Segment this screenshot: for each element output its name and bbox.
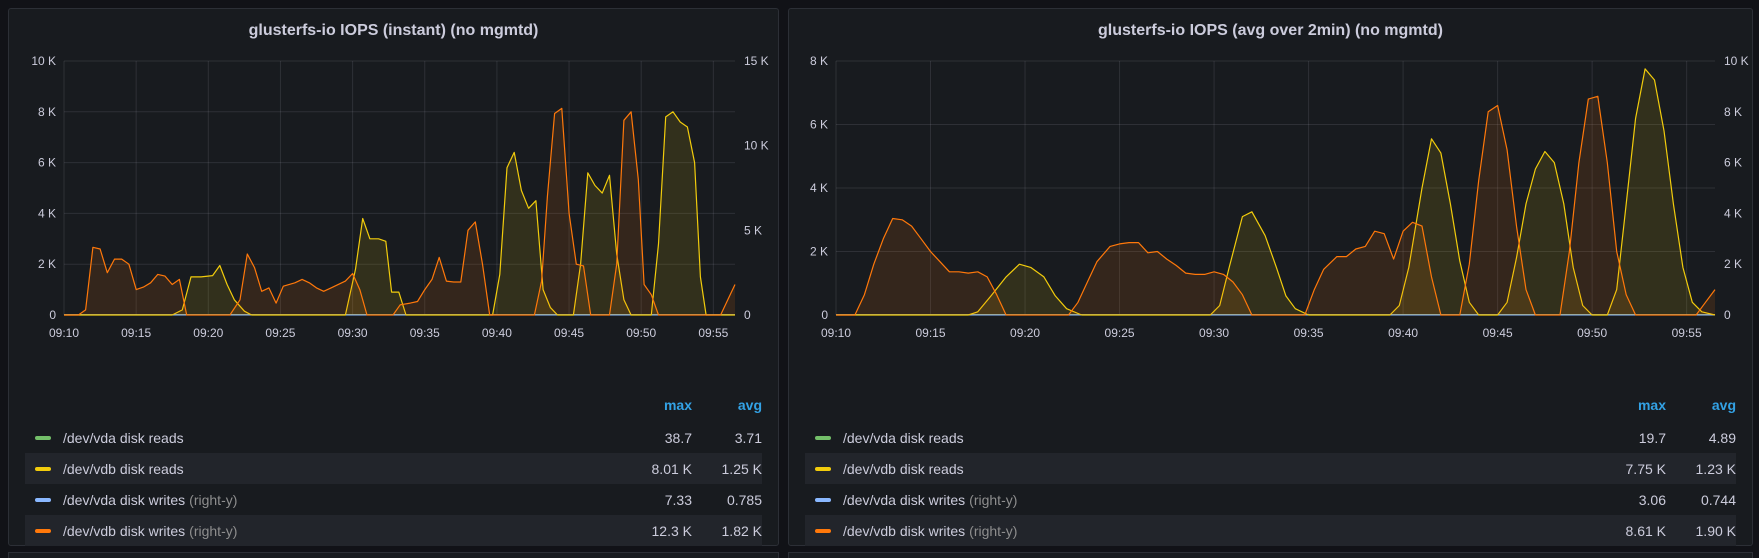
legend-label: /dev/vda disk writes (right-y) bbox=[843, 491, 1018, 508]
legend-item-vdb-writes[interactable]: /dev/vdb disk writes (right-y) 8.61 K 1.9… bbox=[805, 515, 1736, 546]
x-tick-label: 09:50 bbox=[1577, 326, 1607, 340]
legend-avg-value: 1.23 K bbox=[1695, 460, 1736, 477]
y-left-tick-label: 6 K bbox=[38, 156, 56, 170]
series-color-swatch[interactable] bbox=[815, 497, 831, 502]
legend-max-value: 8.61 K bbox=[1625, 522, 1666, 539]
panel-title[interactable]: glusterfs-io IOPS (instant) (no mgmtd) bbox=[9, 9, 778, 53]
x-tick-label: 09:55 bbox=[1672, 326, 1702, 340]
x-tick-label: 09:25 bbox=[1105, 326, 1135, 340]
legend-item-vda-writes[interactable]: /dev/vda disk writes (right-y) 7.33 0.785 bbox=[25, 484, 762, 515]
series-color-swatch[interactable] bbox=[815, 528, 831, 533]
legend-label: /dev/vda disk writes (right-y) bbox=[63, 491, 238, 508]
legend-avg-value: 0.785 bbox=[726, 491, 762, 508]
y-right-tick-label: 0 bbox=[744, 308, 751, 322]
x-tick-label: 09:20 bbox=[1010, 326, 1040, 340]
next-panel-edge bbox=[8, 552, 779, 558]
legend-avg-value: 4.89 bbox=[1708, 429, 1736, 446]
series-color-swatch[interactable] bbox=[35, 435, 51, 440]
x-tick-label: 09:45 bbox=[554, 326, 584, 340]
x-tick-label: 09:50 bbox=[626, 326, 656, 340]
x-tick-label: 09:35 bbox=[1294, 326, 1324, 340]
x-tick-label: 09:10 bbox=[49, 326, 79, 340]
series-color-swatch[interactable] bbox=[815, 435, 831, 440]
y-right-tick-label: 5 K bbox=[744, 223, 762, 237]
panel-instant-iops: glusterfs-io IOPS (instant) (no mgmtd) 0… bbox=[8, 8, 779, 546]
y-left-tick-label: 4 K bbox=[38, 206, 56, 220]
legend-header: max avg bbox=[25, 388, 762, 422]
legend-max-value: 3.06 bbox=[1638, 491, 1666, 508]
x-tick-label: 09:30 bbox=[338, 326, 368, 340]
legend-avg-value: 1.25 K bbox=[721, 460, 762, 477]
y-left-tick-label: 10 K bbox=[31, 54, 56, 68]
legend-avg-value: 3.71 bbox=[734, 429, 762, 446]
legend-max-value: 8.01 K bbox=[651, 460, 692, 477]
x-tick-label: 09:25 bbox=[265, 326, 295, 340]
y-right-tick-label: 8 K bbox=[1724, 105, 1742, 119]
legend-header-avg[interactable]: avg bbox=[692, 397, 762, 413]
chart-instant-iops: 0 2 K 4 K 6 K 8 K 10 K 0 5 K 10 K 15 K 09:10 09:15 0… bbox=[31, 54, 769, 340]
legend-avg-value: 0.744 bbox=[1700, 491, 1736, 508]
y-left-tick-label: 2 K bbox=[38, 257, 56, 271]
next-panel-edge bbox=[788, 552, 1753, 558]
y-left-tick-label: 4 K bbox=[810, 181, 828, 195]
legend-header-max[interactable]: max bbox=[622, 397, 692, 413]
legend-label: /dev/vdb disk reads bbox=[843, 460, 964, 477]
legend-header-max[interactable]: max bbox=[1596, 397, 1666, 413]
series-color-swatch[interactable] bbox=[815, 466, 831, 471]
legend-label: /dev/vdb disk writes (right-y) bbox=[843, 522, 1018, 539]
y-right-tick-label: 15 K bbox=[744, 54, 769, 68]
legend: max avg /dev/vda disk reads 19.7 4.89 /d… bbox=[805, 388, 1736, 546]
y-left-tick-label: 8 K bbox=[38, 105, 56, 119]
series-color-swatch[interactable] bbox=[35, 497, 51, 502]
legend-header: max avg bbox=[805, 388, 1736, 422]
x-tick-label: 09:10 bbox=[821, 326, 851, 340]
series-color-swatch[interactable] bbox=[35, 528, 51, 533]
y-right-tick-label: 6 K bbox=[1724, 156, 1742, 170]
x-tick-label: 09:30 bbox=[1199, 326, 1229, 340]
y-left-tick-label: 0 bbox=[821, 308, 828, 322]
y-left-tick-label: 0 bbox=[49, 308, 56, 322]
y-right-tick-label: 10 K bbox=[744, 139, 769, 153]
panel-title[interactable]: glusterfs-io IOPS (avg over 2min) (no mg… bbox=[789, 9, 1752, 53]
x-tick-label: 09:40 bbox=[482, 326, 512, 340]
x-tick-label: 09:55 bbox=[698, 326, 728, 340]
legend-max-value: 12.3 K bbox=[651, 522, 692, 539]
legend-label: /dev/vdb disk reads bbox=[63, 460, 184, 477]
legend-label: /dev/vda disk reads bbox=[843, 429, 964, 446]
x-tick-label: 09:20 bbox=[193, 326, 223, 340]
y-left-tick-label: 8 K bbox=[810, 54, 828, 68]
y-left-tick-label: 2 K bbox=[810, 245, 828, 259]
legend-avg-value: 1.82 K bbox=[721, 522, 762, 539]
x-tick-label: 09:15 bbox=[916, 326, 946, 340]
legend-item-vda-reads[interactable]: /dev/vda disk reads 38.7 3.71 bbox=[25, 422, 762, 453]
y-right-tick-label: 4 K bbox=[1724, 206, 1742, 220]
y-right-tick-label: 0 bbox=[1724, 308, 1731, 322]
legend-header-avg[interactable]: avg bbox=[1666, 397, 1736, 413]
legend-item-vda-reads[interactable]: /dev/vda disk reads 19.7 4.89 bbox=[805, 422, 1736, 453]
y-right-tick-label: 2 K bbox=[1724, 257, 1742, 271]
legend-item-vdb-reads[interactable]: /dev/vdb disk reads 7.75 K 1.23 K bbox=[805, 453, 1736, 484]
legend-avg-value: 1.90 K bbox=[1695, 522, 1736, 539]
legend-max-value: 38.7 bbox=[664, 429, 692, 446]
legend: max avg /dev/vda disk reads 38.7 3.71 /d… bbox=[25, 388, 762, 546]
legend-label: /dev/vda disk reads bbox=[63, 429, 184, 446]
x-tick-label: 09:15 bbox=[121, 326, 151, 340]
series-color-swatch[interactable] bbox=[35, 466, 51, 471]
x-tick-label: 09:40 bbox=[1388, 326, 1418, 340]
legend-max-value: 7.33 bbox=[664, 491, 692, 508]
legend-max-value: 7.75 K bbox=[1625, 460, 1666, 477]
x-tick-label: 09:35 bbox=[410, 326, 440, 340]
y-left-tick-label: 6 K bbox=[810, 118, 828, 132]
x-tick-label: 09:45 bbox=[1483, 326, 1513, 340]
legend-item-vdb-writes[interactable]: /dev/vdb disk writes (right-y) 12.3 K 1.8… bbox=[25, 515, 762, 546]
legend-item-vda-writes[interactable]: /dev/vda disk writes (right-y) 3.06 0.744 bbox=[805, 484, 1736, 515]
legend-label: /dev/vdb disk writes (right-y) bbox=[63, 522, 238, 539]
legend-item-vdb-reads[interactable]: /dev/vdb disk reads 8.01 K 1.25 K bbox=[25, 453, 762, 484]
y-right-tick-label: 10 K bbox=[1724, 54, 1749, 68]
panel-avg-2min-iops: glusterfs-io IOPS (avg over 2min) (no mg… bbox=[788, 8, 1753, 546]
legend-max-value: 19.7 bbox=[1638, 429, 1666, 446]
chart-avg-2min-iops: 0 2 K 4 K 6 K 8 K 0 2 K 4 K 6 K 8 K 10 K 09:10 09:15… bbox=[810, 54, 1749, 340]
